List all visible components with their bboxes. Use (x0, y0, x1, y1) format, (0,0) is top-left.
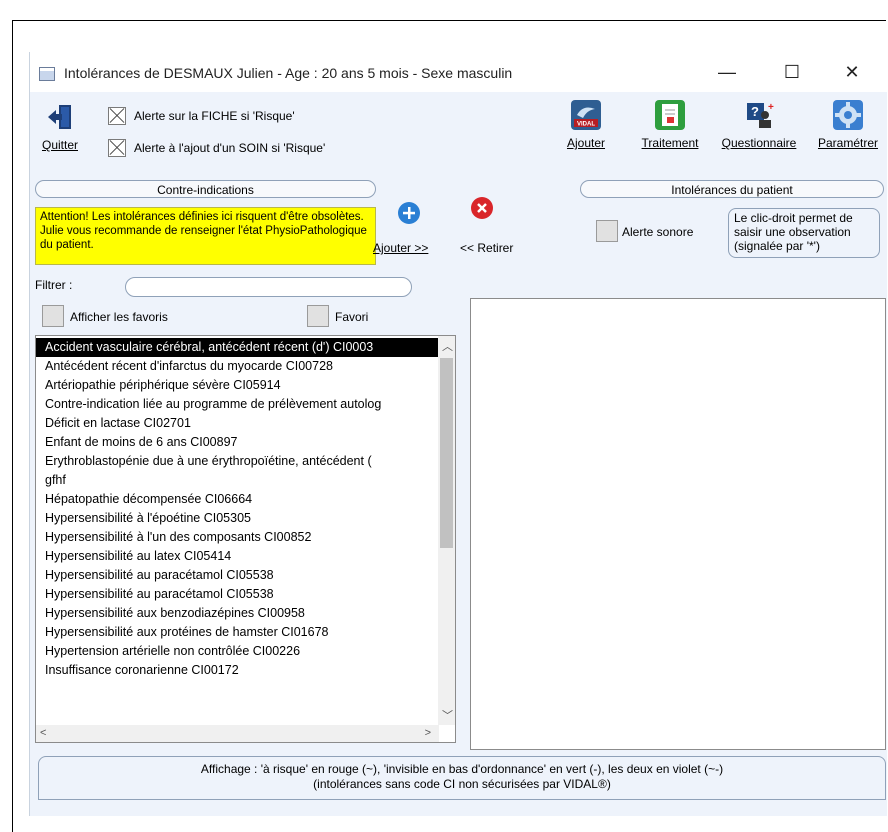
svg-text:?: ? (751, 104, 759, 119)
status-line-2: (intolérances sans code CI non sécurisée… (313, 777, 611, 791)
list-item[interactable]: Hypersensibilité aux protéines de hamste… (36, 623, 455, 642)
traitement-label: Traitement (641, 136, 699, 150)
scroll-right-icon[interactable]: > (425, 727, 431, 739)
list-item[interactable]: Artériopathie périphérique sévère CI0591… (36, 376, 455, 395)
list-item[interactable]: Hypersensibilité à l'un des composants C… (36, 528, 455, 547)
exit-door-icon (45, 102, 75, 132)
list-item[interactable]: Hypertension artérielle non contrôlée CI… (36, 642, 455, 661)
list-item[interactable]: Erythroblastopénie due à une érythropoïé… (36, 452, 455, 471)
list-scroll-thumb[interactable] (440, 358, 453, 548)
list-item[interactable]: Antécédent récent d'infarctus du myocard… (36, 357, 455, 376)
list-item[interactable]: Hypersensibilité au paracétamol CI05538 (36, 585, 455, 604)
window-title: Intolérances de DESMAUX Julien - Age : 2… (64, 65, 513, 81)
vidal-add-button[interactable]: VIDAL Ajouter (558, 100, 614, 150)
remove-button[interactable]: << Retirer (460, 241, 513, 255)
title-bar: Intolérances de DESMAUX Julien - Age : 2… (30, 52, 887, 92)
list-item[interactable]: Accident vasculaire cérébral, antécédent… (36, 338, 455, 357)
contre-indications-header: Contre-indications (35, 180, 376, 198)
alert-soin-checkbox[interactable] (108, 139, 126, 157)
quit-label: Quitter (41, 138, 78, 152)
favori-label: Favori (335, 310, 369, 324)
alert-sound-checkbox[interactable] (596, 220, 618, 242)
questionnaire-button[interactable]: ? + Questionnaire (713, 100, 805, 150)
questionnaire-icon: ? + (744, 100, 774, 130)
scroll-left-icon[interactable]: < (40, 727, 46, 739)
status-legend: Affichage : 'à risque' en rouge (~), 'in… (38, 756, 886, 800)
filter-input[interactable] (125, 277, 412, 297)
intolerances-window: Intolérances de DESMAUX Julien - Age : 2… (29, 52, 887, 816)
questionnaire-label: Questionnaire (721, 136, 797, 150)
show-favorites-checkbox[interactable] (42, 305, 64, 327)
patient-intolerances-list[interactable] (470, 298, 886, 750)
contre-indications-list[interactable]: Accident vasculaire cérébral, antécédent… (35, 335, 456, 743)
vidal-badge-text: VIDAL (577, 122, 595, 128)
alert-fiche-label: Alerte sur la FICHE si 'Risque' (134, 109, 295, 123)
add-button[interactable]: Ajouter >> (373, 241, 428, 255)
list-item[interactable]: Hépatopathie décompensée CI06664 (36, 490, 455, 509)
ajouter-toolbar-label: Ajouter (566, 136, 606, 150)
status-line-1: Affichage : 'à risque' en rouge (~), 'in… (200, 762, 724, 776)
list-item[interactable]: Enfant de moins de 6 ans CI00897 (36, 433, 455, 452)
svg-text:+: + (768, 102, 774, 113)
list-item[interactable]: Contre-indication liée au programme de p… (36, 395, 455, 414)
minimize-button[interactable]: — (705, 58, 749, 86)
favori-checkbox[interactable] (307, 305, 329, 327)
list-item[interactable]: Hypersensibilité au latex CI05414 (36, 547, 455, 566)
parametrer-button[interactable]: Paramétrer (810, 100, 886, 150)
quit-button[interactable]: Quitter (30, 102, 90, 152)
alert-soin-label: Alerte à l'ajout d'un SOIN si 'Risque' (134, 141, 326, 155)
list-item[interactable]: Hypersensibilité aux benzodiazépines CI0… (36, 604, 455, 623)
list-horizontal-scrollbar[interactable]: < > (36, 725, 439, 742)
filter-label: Filtrer : (35, 278, 73, 292)
list-vertical-scrollbar[interactable]: ︿ ﹀ (438, 336, 455, 725)
maximize-button[interactable]: ☐ (770, 58, 814, 86)
list-item[interactable]: gfhf (36, 471, 455, 490)
list-item[interactable]: Déficit en lactase CI02701 (36, 414, 455, 433)
scroll-up-icon[interactable]: ︿ (442, 338, 453, 354)
show-favorites-label: Afficher les favoris (70, 310, 168, 324)
traitement-button[interactable]: Traitement (631, 100, 709, 150)
warning-message: Attention! Les intolérances définies ici… (35, 207, 376, 265)
remove-x-icon[interactable] (471, 197, 493, 219)
scroll-down-icon[interactable]: ﹀ (442, 707, 453, 723)
list-item[interactable]: Hypersensibilité au paracétamol CI05538 (36, 566, 455, 585)
intolerances-patient-header: Intolérances du patient (580, 180, 884, 198)
vidal-icon: VIDAL (571, 100, 601, 130)
alert-fiche-checkbox[interactable] (108, 107, 126, 125)
add-plus-icon[interactable] (398, 202, 420, 224)
parametrer-label: Paramétrer (817, 136, 879, 150)
app-window-icon (39, 67, 55, 81)
alert-sound-label: Alerte sonore (622, 225, 694, 239)
list-item[interactable]: Insuffisance coronarienne CI00172 (36, 661, 455, 680)
list-item[interactable]: Hypersensibilité à l'époétine CI05305 (36, 509, 455, 528)
prescription-icon (655, 100, 685, 130)
gear-icon (833, 100, 863, 130)
close-button[interactable]: ✕ (830, 58, 874, 86)
right-click-note: Le clic-droit permet de saisir une obser… (728, 208, 880, 258)
toolbar: Quitter Alerte sur la FICHE si 'Risque' … (30, 92, 887, 174)
